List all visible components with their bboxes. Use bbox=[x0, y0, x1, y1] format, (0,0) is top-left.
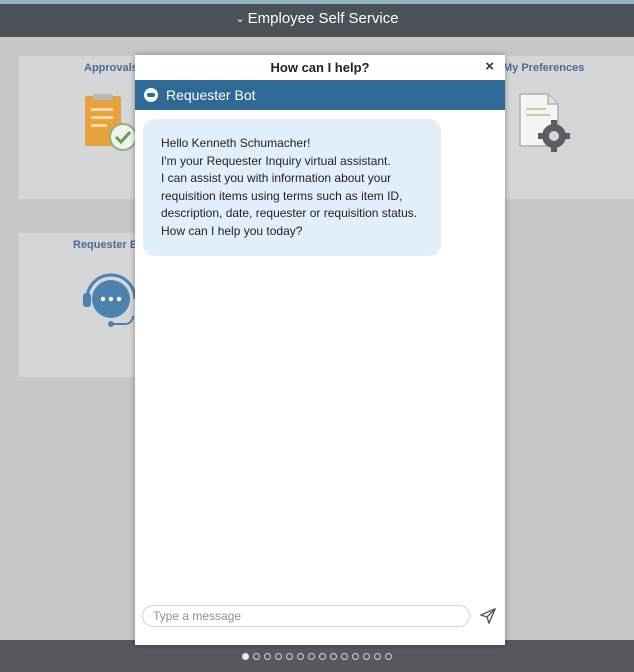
chat-dialog: How can I help? × Requester Bot Hello Ke… bbox=[135, 55, 505, 645]
tile-approvals[interactable]: Approvals bbox=[18, 55, 150, 200]
chevron-down-icon[interactable]: ⌄ bbox=[235, 12, 244, 25]
tile-title: My Preferences bbox=[503, 62, 585, 74]
tile-requester-bot[interactable]: Requester Bot bbox=[18, 232, 150, 378]
pagination-dot[interactable] bbox=[308, 652, 315, 660]
pagination-dot[interactable] bbox=[264, 652, 271, 660]
pagination-dot[interactable] bbox=[253, 652, 260, 660]
bot-icon bbox=[144, 88, 158, 102]
message-line: How can I help you today? bbox=[161, 223, 303, 238]
pagination-dots[interactable] bbox=[242, 652, 392, 660]
pagination-dot[interactable] bbox=[352, 652, 359, 660]
bot-header: Requester Bot bbox=[135, 80, 505, 110]
pagination-dot[interactable] bbox=[374, 652, 381, 660]
message-line: description, date, requester or requisit… bbox=[161, 206, 418, 220]
app-header: ⌄ Employee Self Service bbox=[0, 0, 634, 37]
send-icon[interactable] bbox=[479, 607, 497, 625]
pagination-dot[interactable] bbox=[385, 652, 392, 660]
message-line: Hello Kenneth Schumacher! bbox=[161, 136, 311, 150]
message-line: requisition items using terms such as it… bbox=[161, 188, 403, 203]
pagination-dot[interactable] bbox=[363, 652, 370, 660]
pagination-dot[interactable] bbox=[275, 652, 282, 660]
tile-my-preferences[interactable]: My Preferences bbox=[495, 55, 634, 200]
chat-headset-icon bbox=[83, 273, 137, 327]
dialog-title: How can I help? bbox=[270, 60, 370, 75]
pagination-dot[interactable] bbox=[341, 652, 348, 660]
pagination-dot[interactable] bbox=[286, 652, 293, 660]
pagination-dot[interactable] bbox=[242, 652, 249, 660]
message-composer bbox=[135, 598, 505, 634]
approvals-icon bbox=[85, 94, 137, 151]
page-title[interactable]: Employee Self Service bbox=[248, 10, 399, 27]
close-icon[interactable]: × bbox=[485, 58, 494, 75]
tile-title: Approvals bbox=[84, 62, 138, 74]
pagination-dot[interactable] bbox=[330, 652, 337, 660]
message-line: I'm your Requester Inquiry virtual assis… bbox=[161, 153, 391, 168]
header-accent-line bbox=[0, 0, 634, 4]
message-line: I can assist you with information about … bbox=[161, 171, 392, 185]
pagination-dot[interactable] bbox=[319, 652, 326, 660]
bot-name: Requester Bot bbox=[166, 87, 256, 103]
message-input[interactable] bbox=[142, 605, 470, 627]
preferences-gear-icon bbox=[519, 93, 570, 152]
dialog-titlebar: How can I help? × bbox=[135, 55, 505, 80]
pagination-dot[interactable] bbox=[297, 652, 304, 660]
chat-messages[interactable]: Hello Kenneth Schumacher! I'm your Reque… bbox=[135, 110, 505, 600]
bot-message-bubble: Hello Kenneth Schumacher! I'm your Reque… bbox=[143, 119, 441, 256]
